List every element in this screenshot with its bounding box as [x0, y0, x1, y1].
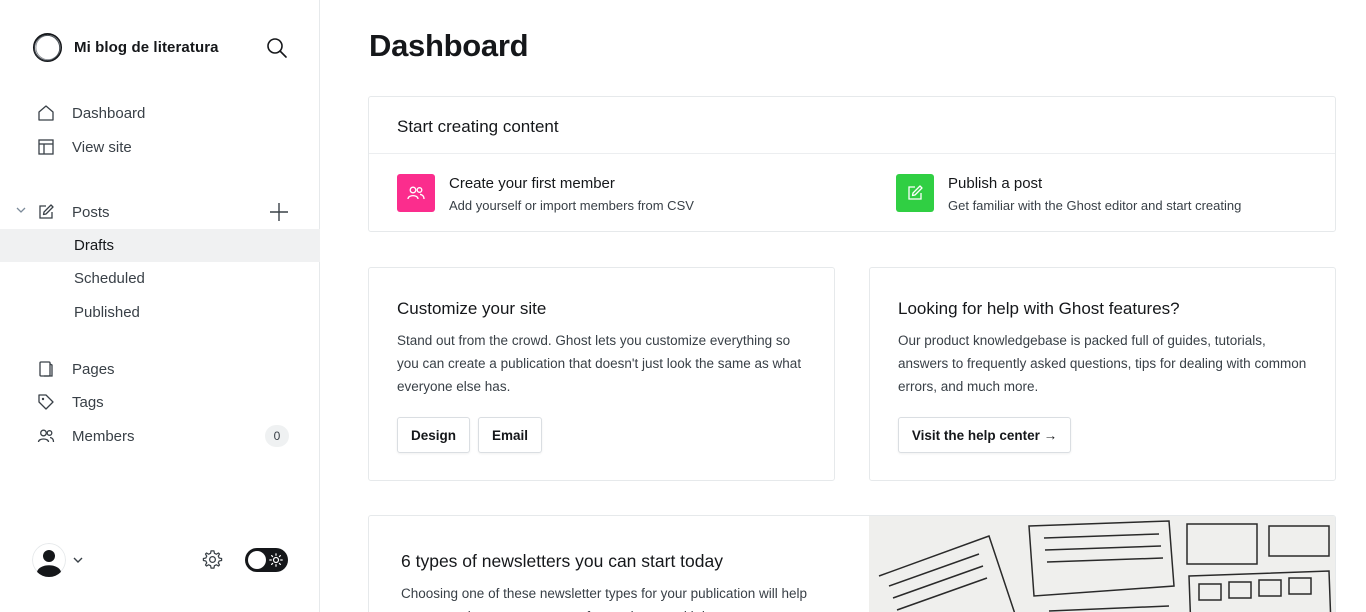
members-count-badge: 0	[265, 425, 289, 447]
newsletter-article-image	[869, 516, 1335, 612]
nav-published-label: Published	[74, 304, 140, 321]
nav-drafts[interactable]: Drafts	[0, 229, 320, 262]
nav-view-site[interactable]: View site	[0, 130, 320, 164]
newsletter-article-title: 6 types of newsletters you can start tod…	[401, 551, 723, 571]
nav-pages-label: Pages	[72, 360, 115, 378]
nav-published[interactable]: Published	[0, 296, 320, 329]
customize-site-description: Stand out from the crowd. Ghost lets you…	[397, 333, 802, 394]
home-icon	[38, 105, 54, 121]
help-card: Looking for help with Ghost features? Ou…	[869, 267, 1336, 481]
newsletter-article-excerpt: Choosing one of these newsletter types f…	[401, 586, 807, 612]
publish-post-title: Publish a post	[948, 175, 1043, 192]
edit-icon	[908, 185, 923, 200]
edit-icon	[39, 204, 54, 219]
user-menu[interactable]	[32, 543, 84, 577]
publish-post-action[interactable]: Publish a post Get familiar with the Gho…	[896, 174, 1241, 213]
nav-view-site-label: View site	[72, 138, 132, 156]
site-title: Mi blog de literatura	[74, 39, 219, 56]
post-action-icon-box	[896, 174, 934, 212]
start-creating-heading: Start creating content	[369, 97, 1335, 154]
nav-posts-label: Posts	[72, 203, 110, 221]
members-icon	[37, 429, 55, 443]
member-action-icon-box	[397, 174, 435, 212]
members-icon	[407, 186, 425, 200]
site-brand[interactable]: Mi blog de literatura	[32, 32, 219, 63]
nav-posts[interactable]: Posts	[0, 195, 250, 229]
publish-post-subtitle: Get familiar with the Ghost editor and s…	[948, 198, 1242, 213]
nav-dashboard-label: Dashboard	[72, 104, 146, 122]
pages-icon	[39, 361, 53, 377]
new-post-plus-icon[interactable]	[268, 201, 290, 223]
create-member-action[interactable]: Create your first member Add yourself or…	[397, 174, 694, 213]
dark-mode-toggle[interactable]	[245, 548, 288, 572]
nav-scheduled[interactable]: Scheduled	[0, 262, 320, 295]
nav-drafts-label: Drafts	[74, 237, 115, 254]
sidebar: Mi blog de literatura Dashboard View sit…	[0, 0, 320, 612]
search-icon[interactable]	[264, 35, 290, 61]
help-card-title: Looking for help with Ghost features?	[898, 299, 1180, 318]
customize-site-title: Customize your site	[397, 299, 547, 318]
nav-pages[interactable]: Pages	[0, 352, 320, 386]
site-logo-icon	[32, 32, 63, 63]
visit-help-center-button[interactable]: Visit the help center →	[898, 417, 1071, 453]
nav-scheduled-label: Scheduled	[74, 270, 145, 287]
nav-tags-label: Tags	[72, 393, 104, 411]
avatar	[32, 543, 66, 577]
design-button[interactable]: Design	[397, 417, 470, 453]
create-member-subtitle: Add yourself or import members from CSV	[449, 198, 694, 213]
nav-dashboard[interactable]: Dashboard	[0, 96, 320, 130]
page-title: Dashboard	[369, 28, 529, 63]
email-button[interactable]: Email	[478, 417, 542, 453]
chevron-down-icon	[73, 557, 83, 563]
wireframe-sketch-image	[869, 516, 1335, 612]
toggle-knob	[248, 551, 266, 569]
tag-icon	[38, 394, 54, 410]
sun-icon	[269, 553, 283, 567]
customize-site-card: Customize your site Stand out from the c…	[368, 267, 835, 481]
help-card-description: Our product knowledgebase is packed full…	[898, 333, 1307, 394]
gear-icon[interactable]	[201, 548, 224, 571]
create-member-title: Create your first member	[449, 175, 615, 192]
start-creating-card: Start creating content Create your first…	[368, 96, 1336, 232]
layout-icon	[38, 139, 54, 155]
nav-tags[interactable]: Tags	[0, 385, 320, 419]
newsletter-article-card[interactable]: 6 types of newsletters you can start tod…	[368, 515, 1336, 612]
nav-members-label: Members	[72, 427, 135, 445]
